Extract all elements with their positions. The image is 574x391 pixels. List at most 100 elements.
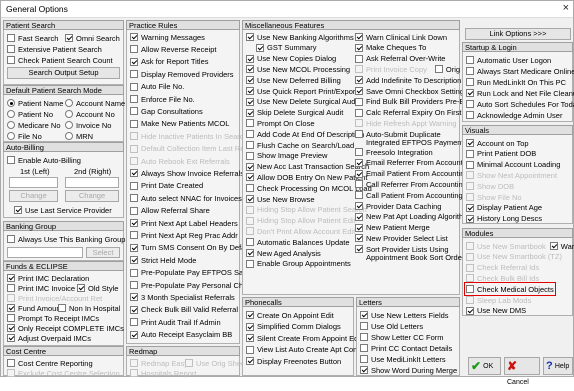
flush-cache-on-search-load-checkbox[interactable]: Flush Cache on Search/Load: [246, 140, 354, 150]
checkbox-box[interactable]: [466, 182, 474, 191]
auto-rebook-ext-referrals-checkbox[interactable]: Auto Rebook Ext Referrals: [130, 156, 230, 166]
show-letter-cc-form-checkbox[interactable]: Show Letter CC Form: [360, 332, 444, 342]
only-receipt-complete-checkbox[interactable]: Only Receipt COMPLETE IMCs: [7, 323, 124, 333]
show-next-appointment-checkbox[interactable]: Show Next Appointment: [466, 170, 557, 180]
use-new-letters-fields-checkbox[interactable]: Use New Letters Fields: [360, 310, 449, 320]
checkbox-box[interactable]: [246, 141, 254, 149]
checkbox-box[interactable]: [246, 311, 254, 319]
display-freenotes-button-checkbox[interactable]: Display Freenotes Button: [246, 356, 341, 366]
calc-referral-expiry-on-first-serv-checkbox[interactable]: Calc Referral Expiry On First Serv: [355, 108, 479, 118]
checkbox-box[interactable]: [355, 65, 363, 74]
pre-populate-pay-personal-chq-checkbox[interactable]: Pre-Populate Pay Personal Chq: [130, 280, 247, 290]
checkbox-box[interactable]: [355, 33, 363, 41]
auto-sort-schedules-for-today-checkbox[interactable]: Auto Sort Schedules For Today: [466, 99, 574, 109]
file-no-radio[interactable]: File No: [7, 131, 42, 141]
ask-referral-over-write-checkbox[interactable]: Ask Referral Over-Write: [355, 54, 445, 64]
use-new-browse-checkbox[interactable]: Use New Browse: [246, 194, 315, 204]
checkbox-box[interactable]: [466, 56, 474, 64]
checkbox-box[interactable]: [360, 333, 368, 341]
fund-amount-checkbox[interactable]: Fund Amount: [7, 303, 63, 313]
run-lock-and-net-file-cleanup-checkbox[interactable]: Run Lock and Net File Cleanup: [466, 88, 574, 98]
checkbox-box[interactable]: [466, 214, 474, 223]
check-processing-on-mcol-load-checkbox[interactable]: Check Processing On MCOL Load: [246, 183, 372, 193]
change-second-button[interactable]: Change: [65, 190, 119, 202]
checkbox-box[interactable]: [130, 57, 138, 66]
checkbox-box[interactable]: [355, 223, 363, 232]
checkbox-box[interactable]: [246, 65, 254, 74]
run-medlinkit-on-this-pc-checkbox[interactable]: Run MedLinkIt On This PC: [466, 77, 566, 87]
checkbox-box[interactable]: [130, 268, 138, 277]
history-long-descs-checkbox[interactable]: History Long Descs: [466, 214, 542, 224]
checkbox-box[interactable]: [246, 334, 254, 342]
checkbox-box[interactable]: [246, 249, 254, 257]
check-bulk-bill-valid-referral-checkbox[interactable]: Check Bulk Bill Valid Referral: [130, 305, 238, 315]
checkbox-box[interactable]: [355, 97, 363, 106]
new-aged-analysis-checkbox[interactable]: New Aged Analysis: [246, 248, 321, 258]
checkbox-box[interactable]: [355, 180, 363, 189]
checkbox-box[interactable]: [130, 293, 138, 302]
medicare-no-radio[interactable]: Medicare No: [7, 120, 61, 130]
checkbox-box[interactable]: [246, 97, 254, 106]
checkbox-box[interactable]: [466, 306, 474, 315]
invoice-no-radio[interactable]: Invoice No: [65, 120, 111, 130]
use-new-banking-algorithms-checkbox[interactable]: Use New Banking Algorithms: [246, 32, 354, 42]
checkbox-box[interactable]: [130, 33, 138, 41]
new-pat-apt-loading-algorithm-checkbox[interactable]: New Pat Apt Loading Algorithm: [355, 212, 469, 222]
checkbox-box[interactable]: [130, 231, 138, 240]
cancel-button[interactable]: ✘ Cancel: [504, 357, 540, 386]
show-image-preview-checkbox[interactable]: Show Image Preview: [246, 151, 327, 161]
ask-for-report-titles-checkbox[interactable]: Ask for Report Titles: [130, 57, 209, 67]
checkbox-box[interactable]: [355, 202, 363, 210]
checkbox-box[interactable]: [466, 171, 474, 180]
freesolo-integration-checkbox[interactable]: Freesolo Integration: [355, 147, 433, 157]
hide-inactive-patients-in-search-checkbox[interactable]: Hide Inactive Patients In Search: [130, 131, 248, 141]
email-patient-from-accounting-checkbox[interactable]: Email Patient From Accounting: [355, 169, 469, 179]
view-list-auto-create-apt-comms-checkbox[interactable]: View List Auto Create Apt Comms: [246, 345, 369, 355]
checkbox-box[interactable]: [256, 43, 264, 52]
checkbox-box[interactable]: [355, 169, 363, 178]
checkbox-box[interactable]: [466, 252, 474, 261]
display-removed-providers-checkbox[interactable]: Display Removed Providers: [130, 69, 234, 79]
auto-receipt-easyclaim-bb-checkbox[interactable]: Auto Receipt Easyclaim BB: [130, 330, 232, 340]
search-output-setup-button[interactable]: Search Output Setup: [7, 67, 120, 79]
checkbox-box[interactable]: [246, 130, 254, 139]
check-search-count-checkbox[interactable]: Check Patient Search Count: [7, 55, 113, 65]
mrn-radio[interactable]: MRN: [65, 131, 93, 141]
account-no-radio[interactable]: Account No: [65, 109, 115, 119]
checkbox-box[interactable]: [130, 281, 138, 289]
print-patient-dob-checkbox[interactable]: Print Patient DOB: [466, 149, 536, 159]
checkbox-box[interactable]: [246, 87, 254, 95]
checkbox-box[interactable]: [466, 193, 474, 201]
new-provider-select-list-checkbox[interactable]: New Provider Select List: [355, 233, 448, 243]
pre-populate-pay-eftpos-sav-checkbox[interactable]: Pre-Populate Pay EFTPOS Sav: [130, 268, 247, 278]
banking-group-field[interactable]: [7, 247, 83, 258]
checkbox-box[interactable]: [246, 195, 254, 203]
checkbox-box[interactable]: [466, 203, 474, 212]
email-referrer-from-accounting-checkbox[interactable]: Email Referrer From Accounting: [355, 158, 473, 168]
checkbox-box[interactable]: [466, 285, 474, 294]
checkbox-box[interactable]: [130, 45, 138, 54]
hide-refresh-appt-warning-checkbox[interactable]: Hide Refresh Appt Warning: [355, 118, 457, 128]
print-imc-declaration-checkbox[interactable]: Print IMC Declaration: [7, 273, 89, 283]
print-invoice-copy-checkbox[interactable]: Print Invoice CopyOrig Date: [355, 64, 478, 74]
omni-search-checkbox[interactable]: Omni Search: [65, 33, 120, 43]
first-provider-field[interactable]: [9, 177, 58, 188]
checkbox-box[interactable]: [246, 322, 254, 331]
save-omni-checkbox-settings-checkbox[interactable]: Save Omni Checkbox Settings: [355, 86, 468, 96]
checkbox-box[interactable]: [130, 107, 138, 116]
checkbox-box[interactable]: [355, 158, 363, 167]
use-last-provider-checkbox[interactable]: Use Last Service Provider: [14, 205, 112, 215]
checkbox-box[interactable]: [355, 212, 363, 221]
extra-checkbox-box[interactable]: [434, 65, 443, 74]
make-cheques-to-checkbox[interactable]: Make Cheques To: [355, 43, 426, 53]
patient-no-radio[interactable]: Patient No: [7, 109, 53, 119]
call-referrer-from-accounting-checkbox[interactable]: Call Referrer From Accounting: [355, 179, 467, 189]
use-new-mcol-processing-checkbox[interactable]: Use New MCOL Processing: [246, 64, 350, 74]
print-next-apt-label-headers-checkbox[interactable]: Print Next Apt Label Headers: [130, 218, 238, 228]
checkbox-box[interactable]: [130, 132, 138, 141]
default-collection-item-last-ref-checkbox[interactable]: Default Collection Item Last Ref: [130, 144, 246, 154]
always-show-invoice-referrals-checkbox[interactable]: Always Show Invoice Referrals: [130, 168, 244, 178]
print-imc-invoice-checkbox[interactable]: Print IMC Invoice: [7, 283, 75, 293]
checkbox-box[interactable]: [246, 205, 254, 214]
checkbox-box[interactable]: [466, 111, 474, 119]
